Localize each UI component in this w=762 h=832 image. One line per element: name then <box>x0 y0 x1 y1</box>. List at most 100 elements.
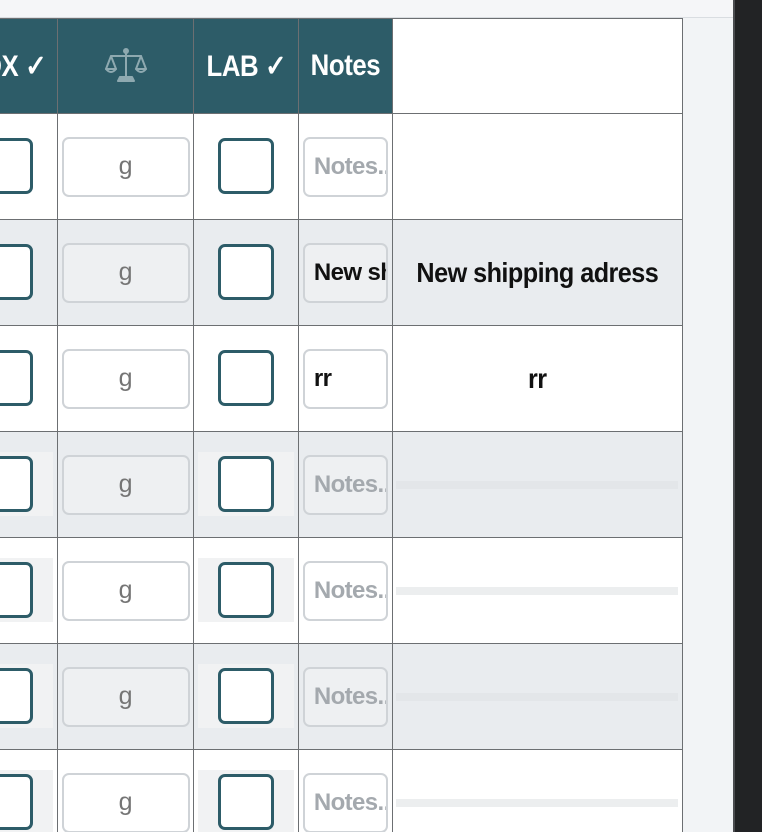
lab-checkbox[interactable] <box>218 774 275 830</box>
lab-checkbox[interactable] <box>218 138 275 194</box>
orders-table: BOX ✓ <box>0 18 684 832</box>
notes-cell <box>298 219 393 326</box>
extra-note-text: rr <box>528 362 547 394</box>
extra-cell <box>391 749 684 832</box>
lab-checkbox[interactable] <box>218 668 275 724</box>
box-checkbox[interactable] <box>0 350 33 406</box>
lab-checkbox[interactable] <box>218 350 275 406</box>
box-checkbox[interactable] <box>0 456 33 512</box>
table-row <box>0 431 684 538</box>
lab-check-wrapper <box>198 664 295 728</box>
extra-cell <box>391 431 684 538</box>
box-check-cell <box>0 431 58 538</box>
weight-input[interactable] <box>61 666 190 727</box>
weight-input[interactable] <box>61 348 190 409</box>
extra-cell: New shipping adress <box>391 219 684 326</box>
loading-placeholder-bar <box>396 798 679 807</box>
extra-cell <box>391 537 684 644</box>
weight-cell <box>56 113 195 220</box>
box-check-cell <box>0 537 58 644</box>
lab-check-wrapper <box>198 452 295 516</box>
lab-checkbox[interactable] <box>218 244 275 300</box>
notes-input[interactable] <box>302 560 388 621</box>
box-checkbox[interactable] <box>0 668 33 724</box>
weight-input[interactable] <box>61 136 190 197</box>
weight-input[interactable] <box>61 242 190 303</box>
box-check-wrapper <box>0 558 53 622</box>
extra-note-text: New shipping adress <box>416 256 659 288</box>
box-check-cell <box>0 749 58 832</box>
weight-input[interactable] <box>61 560 190 621</box>
lab-check-wrapper <box>198 240 294 304</box>
column-header-notes-label: Notes <box>310 49 381 82</box>
orders-grid: BOX ✓ <box>0 18 731 832</box>
table-row <box>0 643 684 750</box>
box-checkbox[interactable] <box>0 774 33 830</box>
lab-check-cell <box>193 431 300 538</box>
extra-cell: rr <box>391 325 684 432</box>
column-header-weight[interactable] <box>56 18 195 114</box>
weight-cell <box>56 643 195 750</box>
column-header-notes[interactable]: Notes <box>298 18 393 114</box>
lab-check-cell <box>193 325 300 432</box>
table-row: New shipping adress <box>0 219 684 326</box>
top-toolbar-strip <box>0 0 733 18</box>
notes-input[interactable] <box>302 136 388 197</box>
weight-cell <box>56 749 195 832</box>
notes-cell <box>298 749 393 832</box>
notes-cell <box>298 113 393 220</box>
box-check-wrapper <box>0 134 53 198</box>
notes-input[interactable] <box>302 454 388 515</box>
box-check-wrapper <box>0 452 53 516</box>
box-check-wrapper <box>0 770 53 832</box>
lab-check-cell <box>193 219 300 326</box>
weight-input[interactable] <box>61 454 190 515</box>
weight-cell <box>56 431 195 538</box>
box-check-wrapper <box>0 664 53 728</box>
lab-check-wrapper <box>198 134 294 198</box>
lab-checkbox[interactable] <box>218 562 275 618</box>
box-check-wrapper <box>0 346 53 410</box>
column-header-lab-check-label: LAB ✓ <box>206 49 287 83</box>
box-check-cell <box>0 643 58 750</box>
box-checkbox[interactable] <box>0 244 33 300</box>
weight-cell <box>56 219 195 326</box>
lab-check-wrapper <box>198 346 294 410</box>
loading-placeholder-bar <box>396 480 679 489</box>
column-header-box-check[interactable]: BOX ✓ <box>0 18 58 114</box>
window-edge <box>733 0 762 832</box>
notes-cell <box>298 643 393 750</box>
notes-input[interactable] <box>302 242 388 303</box>
notes-input[interactable] <box>302 348 388 409</box>
table-row: rr <box>0 325 684 432</box>
weight-input[interactable] <box>61 772 190 832</box>
weight-cell <box>56 537 195 644</box>
weight-cell <box>56 325 195 432</box>
column-header-lab-check[interactable]: LAB ✓ <box>193 18 300 114</box>
lab-checkbox[interactable] <box>218 456 275 512</box>
lab-check-cell <box>193 537 300 644</box>
lab-check-cell <box>193 113 300 220</box>
box-checkbox[interactable] <box>0 562 33 618</box>
table-row <box>0 113 684 220</box>
table-header-row: BOX ✓ <box>0 18 684 114</box>
lab-check-cell <box>193 643 300 750</box>
notes-cell <box>298 537 393 644</box>
column-header-extra <box>391 18 684 114</box>
box-check-cell <box>0 219 58 326</box>
extra-cell <box>391 113 684 220</box>
box-check-wrapper <box>0 240 53 304</box>
table-row <box>0 749 684 832</box>
table-body: New shipping adress rr <box>0 113 684 832</box>
notes-input[interactable] <box>302 772 388 832</box>
loading-placeholder-bar <box>396 586 679 595</box>
notes-input[interactable] <box>302 666 388 727</box>
extra-cell <box>391 643 684 750</box>
lab-check-cell <box>193 749 300 832</box>
loading-placeholder-bar <box>396 692 679 701</box>
lab-check-wrapper <box>198 558 295 622</box>
balance-scale-icon <box>104 48 147 82</box>
box-checkbox[interactable] <box>0 138 33 194</box>
notes-cell <box>298 325 393 432</box>
box-check-cell <box>0 113 58 220</box>
